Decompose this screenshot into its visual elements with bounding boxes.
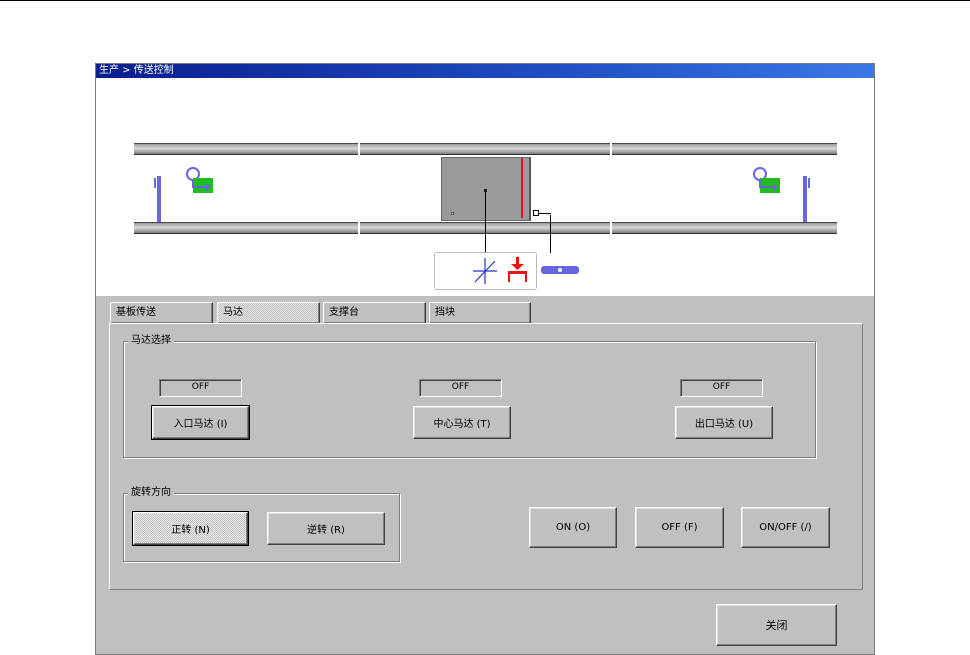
exit-motor-status: OFF	[680, 379, 763, 397]
stopper-icon	[508, 257, 527, 282]
window-title: 生产 > 传送控制	[96, 64, 874, 78]
rail-top-exit	[612, 143, 837, 155]
stopper-line	[521, 158, 523, 218]
exit-motor-button[interactable]: 出口马达 (U)	[675, 406, 773, 439]
tab-stopper[interactable]: 挡块	[429, 302, 531, 324]
entry-motor-button[interactable]: 入口马达 (I)	[151, 405, 250, 440]
on-off-toggle-button[interactable]: ON/OFF (/)	[741, 507, 830, 548]
close-button[interactable]: 关闭	[716, 604, 837, 646]
leader-line-stopper	[550, 215, 551, 253]
motor-select-group	[123, 341, 816, 458]
rotation-legend: 旋转方向	[128, 487, 174, 499]
stopper-sensor-marker	[533, 210, 539, 216]
center-motor-status: OFF	[419, 379, 502, 397]
reverse-button[interactable]: 逆转 (R)	[267, 512, 385, 545]
tab-support-table[interactable]: 支撑台	[323, 302, 426, 324]
crosshair-icon	[473, 258, 497, 284]
center-motor-button[interactable]: 中心马达 (T)	[413, 406, 511, 439]
motor-select-legend: 马达选择	[128, 335, 174, 347]
tab-motor[interactable]: 马达	[217, 302, 320, 324]
rail-top-entry	[134, 143, 358, 155]
clamp-sensor-dot	[558, 268, 562, 272]
stage-corner-dot	[451, 212, 454, 215]
top-rule	[0, 0, 970, 1]
leader-line-center	[485, 191, 486, 253]
exit-sensor-icon	[753, 167, 810, 222]
tab-board-transfer[interactable]: 基板传送	[110, 302, 213, 324]
on-button[interactable]: ON (O)	[529, 507, 617, 548]
entry-sensor-icon	[154, 167, 213, 222]
off-button[interactable]: OFF (F)	[635, 507, 724, 548]
rail-top-center	[360, 143, 610, 155]
entry-motor-status: OFF	[159, 379, 242, 397]
forward-button[interactable]: 正转 (N)	[132, 511, 249, 546]
